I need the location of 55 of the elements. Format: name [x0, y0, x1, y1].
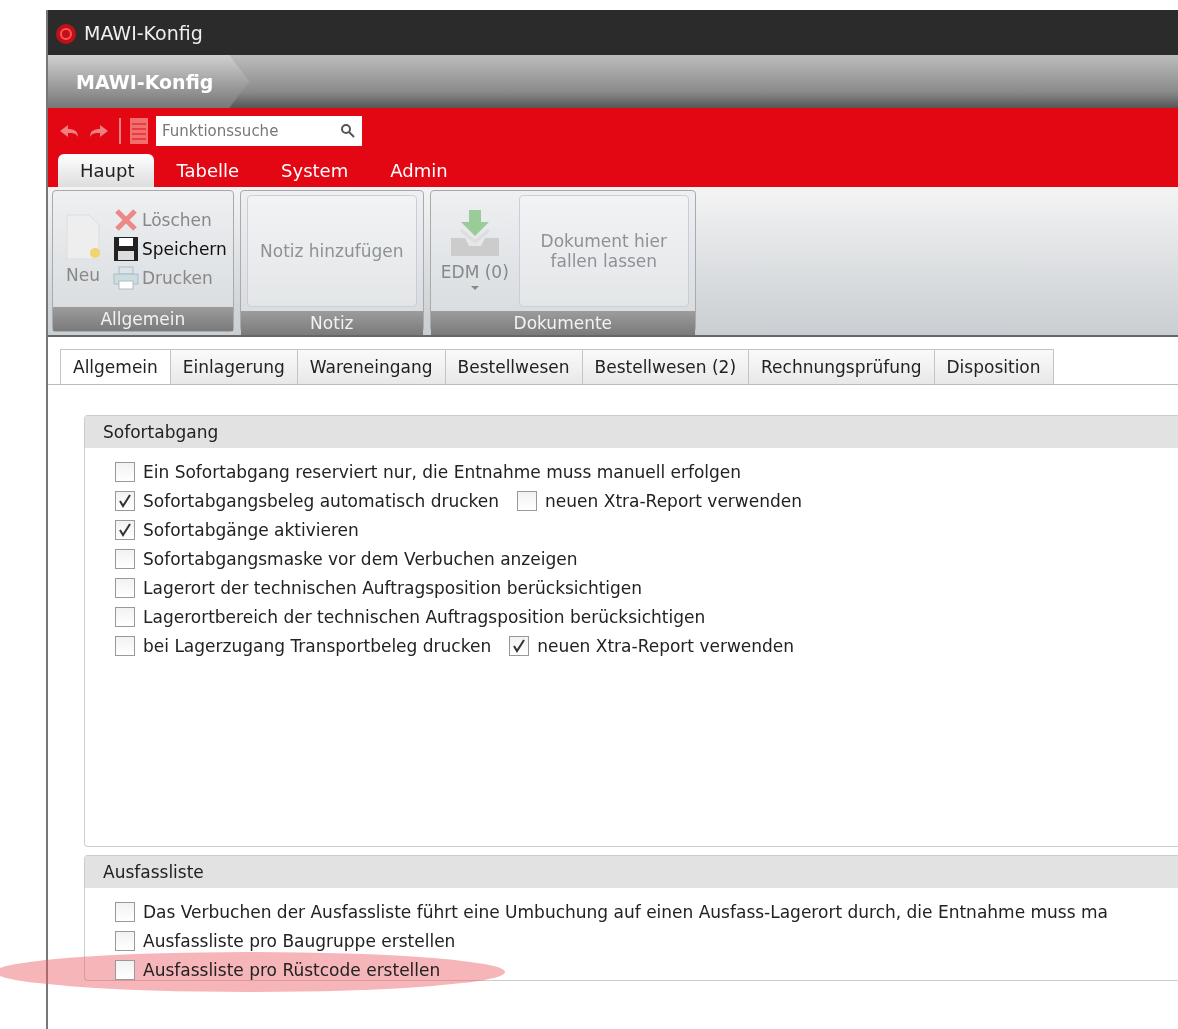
page-tab[interactable]: Disposition [933, 349, 1054, 384]
panel-title: Ausfassliste [85, 856, 1178, 888]
breadcrumb-item[interactable]: MAWI-Konfig [48, 55, 250, 108]
checkbox[interactable] [115, 607, 135, 627]
ribbon-button[interactable]: Speichern [113, 236, 227, 262]
window-title: MAWI-Konfig [84, 21, 203, 44]
checkbox[interactable] [115, 491, 135, 511]
checkbox[interactable] [115, 520, 135, 540]
x-icon [113, 208, 139, 232]
checkbox-label: Ausfassliste pro Baugruppe erstellen [143, 931, 456, 951]
check-icon [118, 523, 132, 537]
checkbox[interactable] [509, 636, 530, 656]
ribbon-tab[interactable]: System [259, 154, 369, 187]
page-tab[interactable]: Einlagerung [169, 349, 298, 384]
page-tab[interactable]: Bestellwesen (2) [581, 349, 750, 384]
checkbox[interactable] [115, 578, 135, 598]
checkbox-label: Sofortabgangsmaske vor dem Verbuchen anzeigen [143, 549, 578, 569]
search-field[interactable]: Funktionssuche [156, 116, 362, 146]
checkbox-label: Lagerort der technischen Auftragsposition berücksichtigen [143, 578, 643, 598]
page-tab[interactable]: Rechnungsprüfung [748, 349, 935, 384]
notepad-icon[interactable] [130, 118, 148, 144]
group-title: Dokumente [430, 311, 695, 335]
ribbon-tab[interactable]: Tabelle [154, 154, 260, 187]
search-icon [340, 123, 356, 139]
ribbon-tab[interactable]: Admin [368, 154, 468, 187]
new-document-icon [63, 213, 103, 261]
panel-title: Sofortabgang [85, 416, 1178, 448]
checkbox-label: neuen Xtra-Report verwenden [537, 636, 795, 656]
checkbox-label: Lagerortbereich der technischen Auftragsposition berücksichtigen [143, 607, 706, 627]
separator-icon [118, 118, 122, 144]
page-tab[interactable]: Allgemein [60, 349, 171, 384]
group-title: Notiz [240, 311, 423, 335]
checkbox-label: neuen Xtra-Report verwenden [545, 491, 803, 511]
checkbox-label: bei Lagerzugang Transportbeleg drucken [143, 636, 492, 656]
page-tab[interactable]: Wareneingang [296, 349, 446, 384]
redo-icon[interactable] [88, 123, 110, 139]
checkbox[interactable] [115, 462, 135, 482]
checkbox-label: Das Verbuchen der Ausfassliste führt eine Umbuchung auf einen Ausfass-Lagerort durch, die Entnahme muss ma [143, 902, 1108, 922]
checkbox[interactable] [115, 960, 135, 980]
checkbox[interactable] [517, 491, 538, 511]
checkbox[interactable] [115, 549, 135, 569]
checkbox-label: Sofortabgänge aktivieren [143, 520, 359, 540]
checkbox[interactable] [115, 636, 135, 656]
checkbox-label: Ausfassliste pro Rüstcode erstellen [143, 960, 441, 980]
checkbox[interactable] [115, 931, 135, 951]
check-icon [512, 639, 527, 653]
undo-icon[interactable] [58, 123, 80, 139]
check-icon [118, 494, 132, 508]
checkbox[interactable] [115, 902, 135, 922]
group-title: Allgemein [53, 307, 233, 331]
printer-icon [113, 266, 139, 290]
page-tab[interactable]: Bestellwesen [444, 349, 583, 384]
ribbon-tab[interactable]: Haupt [58, 154, 155, 187]
checkbox-label: Ein Sofortabgang reserviert nur, die Entnahme muss manuell erfolgen [143, 462, 742, 482]
checkbox-label: Sofortabgangsbeleg automatisch drucken [143, 491, 500, 511]
